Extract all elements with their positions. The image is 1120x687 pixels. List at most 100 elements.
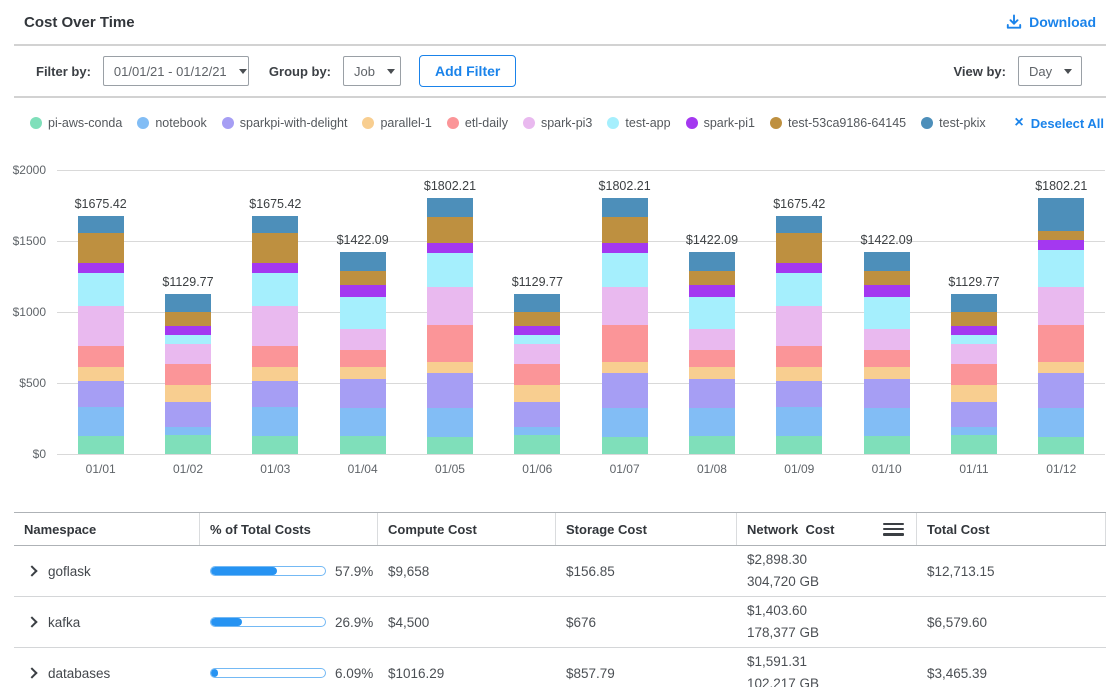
bar-segment-pi-aws-conda[interactable] bbox=[514, 435, 560, 454]
bar-segment-spark-pi1[interactable] bbox=[252, 263, 298, 273]
column-header-namespace[interactable]: Namespace bbox=[14, 513, 200, 545]
legend-item-notebook[interactable]: notebook bbox=[137, 116, 206, 130]
bar-segment-parallel-1[interactable] bbox=[514, 385, 560, 402]
bar-segment-parallel-1[interactable] bbox=[165, 385, 211, 402]
bar-segment-notebook[interactable] bbox=[427, 408, 473, 436]
bar-segment-sparkpi-with-delight[interactable] bbox=[165, 402, 211, 427]
legend-item-parallel-1[interactable]: parallel-1 bbox=[362, 116, 431, 130]
bar-segment-notebook[interactable] bbox=[602, 408, 648, 436]
bar-segment-notebook[interactable] bbox=[689, 408, 735, 436]
bar-segment-etl-daily[interactable] bbox=[1038, 325, 1084, 362]
bar-segment-test-53ca9186-64145[interactable] bbox=[514, 312, 560, 325]
bar-segment-etl-daily[interactable] bbox=[252, 346, 298, 367]
column-header-network-cost[interactable]: Network Cost bbox=[737, 513, 917, 545]
bar-segment-sparkpi-with-delight[interactable] bbox=[340, 379, 386, 407]
bar-segment-pi-aws-conda[interactable] bbox=[340, 436, 386, 454]
stacked-bar-01/04[interactable]: $1422.09 bbox=[340, 252, 386, 454]
bar-segment-parallel-1[interactable] bbox=[776, 367, 822, 381]
bar-segment-etl-daily[interactable] bbox=[602, 325, 648, 362]
bar-segment-spark-pi1[interactable] bbox=[689, 285, 735, 297]
bar-segment-spark-pi3[interactable] bbox=[340, 329, 386, 350]
bar-segment-etl-daily[interactable] bbox=[340, 350, 386, 367]
bar-segment-parallel-1[interactable] bbox=[252, 367, 298, 381]
bar-segment-test-53ca9186-64145[interactable] bbox=[776, 233, 822, 263]
bar-segment-test-53ca9186-64145[interactable] bbox=[165, 312, 211, 325]
bar-segment-test-pkix[interactable] bbox=[427, 198, 473, 216]
bar-segment-test-pkix[interactable] bbox=[252, 216, 298, 233]
table-row-goflask[interactable]: goflask57.9%$9,658$156.85$2,898.30304,72… bbox=[14, 546, 1106, 597]
bar-segment-notebook[interactable] bbox=[864, 408, 910, 436]
bar-segment-test-app[interactable] bbox=[252, 273, 298, 307]
bar-segment-notebook[interactable] bbox=[340, 408, 386, 436]
bar-segment-notebook[interactable] bbox=[78, 407, 124, 437]
bar-segment-spark-pi1[interactable] bbox=[165, 326, 211, 335]
legend-item-test-app[interactable]: test-app bbox=[607, 116, 670, 130]
bar-segment-spark-pi3[interactable] bbox=[252, 306, 298, 346]
column-header-total-cost[interactable]: Total Cost bbox=[917, 513, 1106, 545]
bar-segment-parallel-1[interactable] bbox=[951, 385, 997, 402]
stacked-bar-01/07[interactable]: $1802.21 bbox=[602, 198, 648, 454]
bar-segment-notebook[interactable] bbox=[252, 407, 298, 437]
bar-segment-spark-pi1[interactable] bbox=[776, 263, 822, 273]
bar-segment-sparkpi-with-delight[interactable] bbox=[427, 373, 473, 408]
download-button[interactable]: Download bbox=[1006, 14, 1096, 30]
bar-segment-parallel-1[interactable] bbox=[340, 367, 386, 379]
column-header-storage-cost[interactable]: Storage Cost bbox=[556, 513, 737, 545]
bar-segment-pi-aws-conda[interactable] bbox=[78, 436, 124, 454]
bar-segment-test-pkix[interactable] bbox=[951, 294, 997, 312]
bar-segment-spark-pi1[interactable] bbox=[340, 285, 386, 297]
bar-segment-test-pkix[interactable] bbox=[340, 252, 386, 270]
bar-segment-sparkpi-with-delight[interactable] bbox=[864, 379, 910, 407]
bar-segment-test-53ca9186-64145[interactable] bbox=[427, 217, 473, 244]
bar-segment-notebook[interactable] bbox=[514, 427, 560, 435]
bar-segment-spark-pi3[interactable] bbox=[165, 344, 211, 364]
bar-segment-test-app[interactable] bbox=[864, 297, 910, 329]
group-by-select[interactable]: Job bbox=[343, 56, 401, 86]
bar-segment-pi-aws-conda[interactable] bbox=[602, 437, 648, 454]
bar-segment-test-app[interactable] bbox=[689, 297, 735, 329]
stacked-bar-01/06[interactable]: $1129.77 bbox=[514, 294, 560, 454]
column-header-percent-total[interactable]: % of Total Costs bbox=[200, 513, 378, 545]
bar-segment-pi-aws-conda[interactable] bbox=[689, 436, 735, 454]
view-by-select[interactable]: Day bbox=[1018, 56, 1082, 86]
bar-segment-parallel-1[interactable] bbox=[602, 362, 648, 374]
stacked-bar-01/08[interactable]: $1422.09 bbox=[689, 252, 735, 454]
legend-item-sparkpi-with-delight[interactable]: sparkpi-with-delight bbox=[222, 116, 348, 130]
bar-segment-etl-daily[interactable] bbox=[776, 346, 822, 367]
bar-segment-test-53ca9186-64145[interactable] bbox=[951, 312, 997, 325]
legend-item-pi-aws-conda[interactable]: pi-aws-conda bbox=[30, 116, 122, 130]
bar-segment-parallel-1[interactable] bbox=[1038, 362, 1084, 374]
bar-segment-spark-pi3[interactable] bbox=[689, 329, 735, 350]
expand-chevron-icon[interactable] bbox=[26, 667, 37, 678]
bar-segment-spark-pi3[interactable] bbox=[602, 287, 648, 325]
bar-segment-sparkpi-with-delight[interactable] bbox=[602, 373, 648, 408]
stacked-bar-01/11[interactable]: $1129.77 bbox=[951, 294, 997, 454]
bar-segment-test-app[interactable] bbox=[514, 335, 560, 344]
bar-segment-test-pkix[interactable] bbox=[78, 216, 124, 233]
bar-segment-etl-daily[interactable] bbox=[689, 350, 735, 367]
bar-segment-pi-aws-conda[interactable] bbox=[864, 436, 910, 454]
bar-segment-test-app[interactable] bbox=[78, 273, 124, 307]
stacked-bar-01/02[interactable]: $1129.77 bbox=[165, 294, 211, 454]
bar-segment-sparkpi-with-delight[interactable] bbox=[78, 381, 124, 407]
column-header-compute-cost[interactable]: Compute Cost bbox=[378, 513, 556, 545]
bar-segment-test-53ca9186-64145[interactable] bbox=[602, 217, 648, 244]
legend-item-spark-pi1[interactable]: spark-pi1 bbox=[686, 116, 755, 130]
bar-segment-sparkpi-with-delight[interactable] bbox=[1038, 373, 1084, 408]
bar-segment-spark-pi1[interactable] bbox=[602, 243, 648, 253]
bar-segment-test-app[interactable] bbox=[165, 335, 211, 344]
bar-segment-test-53ca9186-64145[interactable] bbox=[1038, 231, 1084, 240]
bar-segment-spark-pi3[interactable] bbox=[427, 287, 473, 325]
bar-segment-spark-pi1[interactable] bbox=[514, 326, 560, 335]
bar-segment-test-pkix[interactable] bbox=[514, 294, 560, 312]
bar-segment-sparkpi-with-delight[interactable] bbox=[689, 379, 735, 407]
bar-segment-sparkpi-with-delight[interactable] bbox=[776, 381, 822, 407]
expand-chevron-icon[interactable] bbox=[26, 565, 37, 576]
stacked-bar-01/09[interactable]: $1675.42 bbox=[776, 216, 822, 454]
bar-segment-etl-daily[interactable] bbox=[78, 346, 124, 367]
bar-segment-spark-pi3[interactable] bbox=[776, 306, 822, 346]
expand-chevron-icon[interactable] bbox=[26, 616, 37, 627]
bar-segment-spark-pi3[interactable] bbox=[78, 306, 124, 346]
bar-segment-test-app[interactable] bbox=[602, 253, 648, 286]
bar-segment-parallel-1[interactable] bbox=[689, 367, 735, 379]
